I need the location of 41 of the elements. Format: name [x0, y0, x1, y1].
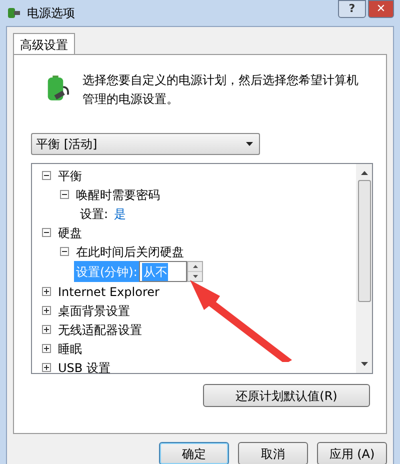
expand-toggle[interactable] — [42, 325, 51, 334]
tree-item[interactable]: 平衡 — [58, 166, 82, 184]
scroll-down-icon — [360, 362, 368, 366]
setting-label: 设置(分钟): — [74, 261, 140, 282]
tree-item[interactable]: Internet Explorer — [58, 282, 160, 300]
window-title: 电源选项 — [27, 5, 75, 22]
restore-defaults-button[interactable]: 还原计划默认值(R) — [203, 384, 370, 407]
dialog-button[interactable]: 应用 (A) — [317, 442, 387, 464]
plan-dropdown[interactable]: 平衡 [活动] — [31, 133, 260, 155]
scrollbar[interactable] — [356, 164, 372, 373]
down-arrow-icon — [192, 275, 198, 278]
expand-toggle[interactable] — [42, 287, 51, 296]
tree-item[interactable]: 硬盘 — [58, 224, 82, 242]
scrollbar-thumb[interactable] — [358, 180, 370, 302]
close-button[interactable]: ✕ — [368, 0, 394, 18]
tree-item[interactable]: USB 设置 — [58, 358, 110, 373]
collapse-toggle[interactable] — [42, 171, 51, 180]
expand-toggle[interactable] — [42, 363, 51, 372]
scroll-up-icon — [360, 171, 368, 175]
tree-item[interactable]: 无线适配器设置 — [58, 320, 142, 338]
spin-buttons[interactable] — [187, 261, 204, 282]
dialog-button[interactable]: 取消 — [238, 442, 308, 464]
setting-label: 设置: — [79, 206, 110, 222]
collapse-toggle[interactable] — [60, 190, 69, 199]
tree-item[interactable]: 在此时间后关闭硬盘 — [76, 242, 184, 260]
settings-tree[interactable]: 平衡 唤醒时需要密码 设置: 是 硬盘 在此时间后关闭硬盘 设置(分钟): 从不 Internet Explorer 桌面背景设置 无线适配器设置 睡眠 USB 设置 — [31, 163, 373, 374]
tree-item[interactable]: 睡眠 — [58, 340, 82, 358]
collapse-toggle[interactable] — [60, 247, 69, 256]
help-button[interactable]: ? — [338, 0, 366, 18]
power-plug-icon — [6, 6, 22, 20]
setting-value[interactable]: 是 — [114, 204, 126, 222]
collapse-toggle[interactable] — [42, 228, 51, 237]
tree-item[interactable]: 唤醒时需要密码 — [76, 186, 160, 204]
expand-toggle[interactable] — [42, 306, 51, 315]
intro-text: 选择您要自定义的电源计划，然后选择您希望计算机管理的电源设置。 — [82, 72, 360, 108]
up-arrow-icon — [192, 265, 198, 268]
dropdown-arrow-icon — [246, 142, 253, 146]
tab[interactable]: 高级设置 — [13, 33, 75, 55]
dialog-button[interactable]: 确定 — [159, 442, 229, 464]
tree-item[interactable]: 桌面背景设置 — [58, 302, 130, 320]
expand-toggle[interactable] — [42, 344, 51, 353]
